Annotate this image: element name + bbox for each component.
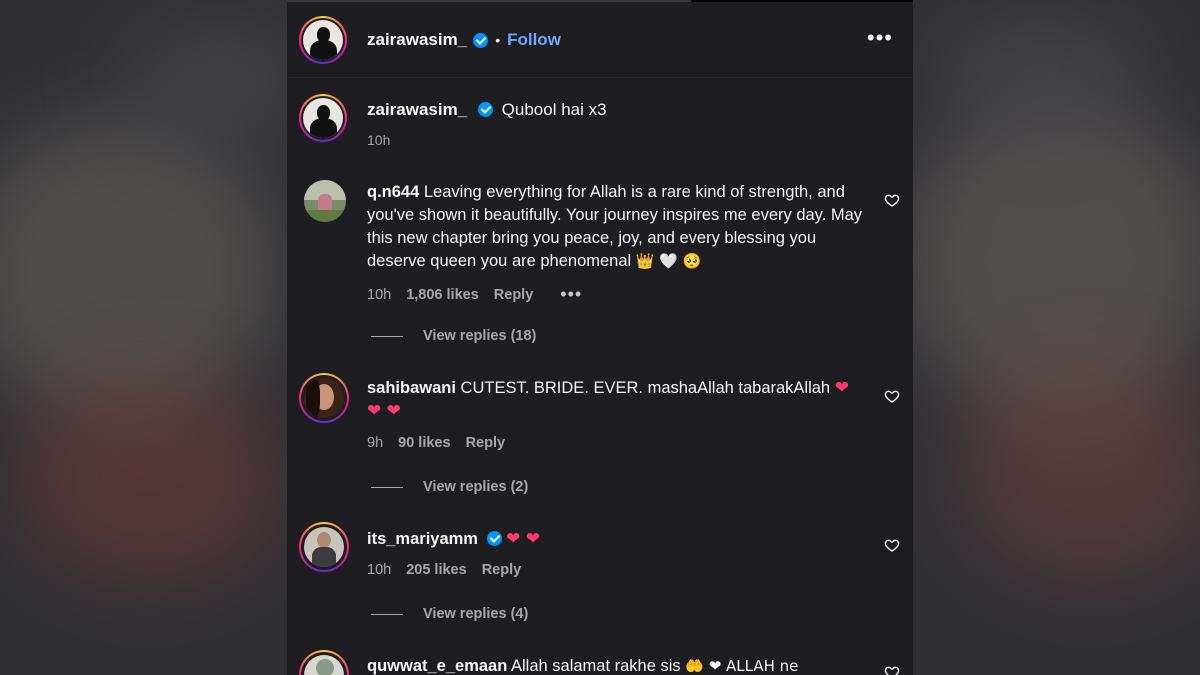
comment-likes[interactable]: 90 likes xyxy=(398,435,450,451)
post-header: zairawasim_ • Follow ••• xyxy=(287,2,913,78)
view-replies-label: View replies (2) xyxy=(423,479,529,495)
comment-emoji: 👑 🤍 🥺 xyxy=(635,252,702,270)
comment-emoji: 🤲 ❤ ALLAH ne xyxy=(685,657,799,675)
comment-time: 10h xyxy=(367,286,392,303)
comment-time: 9h xyxy=(367,435,384,451)
dot-separator: • xyxy=(495,32,501,48)
comment-meta: 9h 90 likes Reply xyxy=(367,435,520,451)
view-replies-button[interactable]: View replies (18) xyxy=(371,328,536,344)
comments-panel: zairawasim_ • Follow ••• zairawasim_ Qub… xyxy=(287,0,913,675)
comment-text: Leaving everything for Allah is a rare k… xyxy=(367,183,863,270)
comment-username[interactable]: quwwat_e_emaan xyxy=(367,657,507,675)
verified-badge-icon xyxy=(477,102,493,117)
caption-time: 10h xyxy=(367,132,391,148)
comment-text: Allah salamat rakhe sis xyxy=(511,657,681,675)
reply-button[interactable]: Reply xyxy=(494,287,534,303)
like-heart-icon[interactable] xyxy=(884,192,900,208)
view-replies-button[interactable]: View replies (2) xyxy=(371,479,528,495)
reply-button[interactable]: Reply xyxy=(466,435,506,451)
like-heart-icon[interactable] xyxy=(884,388,900,404)
comment-body: q.n644 Leaving everything for Allah is a… xyxy=(367,181,867,273)
caption-avatar[interactable] xyxy=(299,94,347,142)
caption: zairawasim_ Qubool hai x3 xyxy=(367,100,607,120)
view-replies-label: View replies (4) xyxy=(423,606,529,622)
comment-more-icon[interactable]: ••• xyxy=(560,284,582,305)
comment-emoji: ❤ ❤ xyxy=(506,529,541,549)
author-avatar[interactable] xyxy=(299,16,347,64)
comment-meta: 10h 205 likes Reply xyxy=(367,562,536,578)
comment-body: sahibawani CUTEST. BRIDE. EVER. mashaAll… xyxy=(367,377,867,423)
replies-divider xyxy=(371,486,403,488)
follow-button[interactable]: Follow xyxy=(507,30,561,50)
verified-badge-icon xyxy=(473,32,489,48)
view-replies-label: View replies (18) xyxy=(423,328,537,344)
commenter-avatar[interactable] xyxy=(299,650,349,675)
like-heart-icon[interactable] xyxy=(884,664,900,675)
verified-badge-icon xyxy=(486,531,502,546)
replies-divider xyxy=(371,335,403,337)
comment-username[interactable]: sahibawani xyxy=(367,379,456,397)
comment-likes[interactable]: 1,806 likes xyxy=(406,287,479,303)
view-replies-button[interactable]: View replies (4) xyxy=(371,606,528,622)
comment-text: CUTEST. BRIDE. EVER. mashaAllah tabarakA… xyxy=(460,379,831,397)
commenter-avatar[interactable] xyxy=(299,522,349,572)
like-heart-icon[interactable] xyxy=(884,537,900,553)
comment-username[interactable]: its_mariyamm xyxy=(367,530,478,548)
replies-divider xyxy=(371,613,403,615)
comment-body: quwwat_e_emaan Allah salamat rakhe sis 🤲… xyxy=(367,655,867,675)
comment-likes[interactable]: 205 likes xyxy=(406,562,466,578)
reply-button[interactable]: Reply xyxy=(482,562,522,578)
more-options-icon[interactable]: ••• xyxy=(867,27,893,49)
caption-text: Qubool hai x3 xyxy=(501,100,607,119)
comment-username[interactable]: q.n644 xyxy=(367,183,419,201)
comment-time: 10h xyxy=(367,562,392,578)
comment-meta: 10h 1,806 likes Reply ••• xyxy=(367,284,597,305)
author-username[interactable]: zairawasim_ xyxy=(367,30,467,50)
commenter-avatar[interactable] xyxy=(299,373,349,423)
caption-username[interactable]: zairawasim_ xyxy=(367,100,467,119)
commenter-avatar[interactable] xyxy=(304,180,346,222)
comment-body: its_mariyamm ❤ ❤ xyxy=(367,528,867,551)
